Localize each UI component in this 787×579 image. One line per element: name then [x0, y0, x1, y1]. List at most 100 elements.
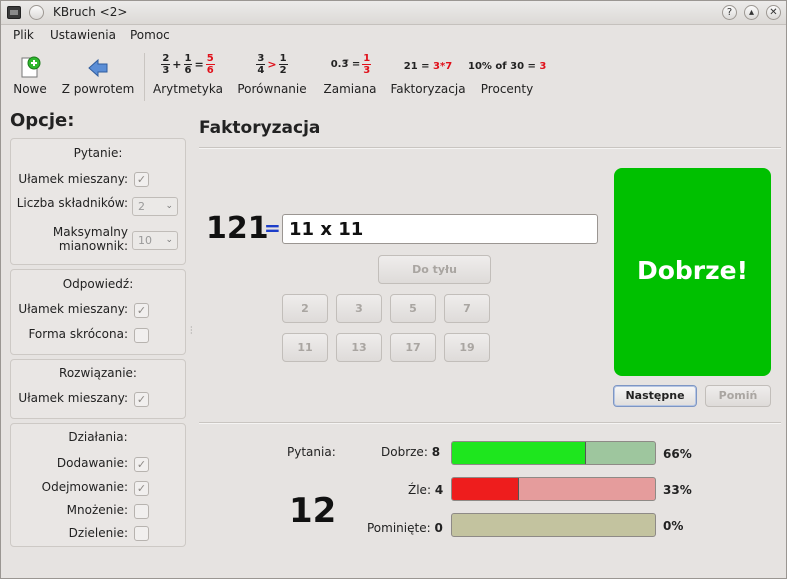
division-label: Dzielenie: — [68, 526, 128, 540]
terms-label: Liczba składników: — [16, 196, 128, 210]
answer-mixed-label: Ułamek mieszany: — [18, 302, 128, 316]
app-window: KBruch <2> ? ▴ ✕ Plik Ustawienia Pomoc N… — [0, 0, 787, 579]
comparison-button[interactable]: 3 4 >1 2 Porównanie — [233, 47, 311, 103]
wrong-progress-bar — [451, 477, 656, 501]
terms-select[interactable]: 2 ⌄ — [132, 197, 178, 216]
factor-button-7[interactable]: 7 — [444, 294, 490, 323]
back-label: Z powrotem — [61, 82, 135, 96]
toolbar: Nowe Z powrotem 2 3 +1 6 = 5 6 Arytmetyka 3 4 >1… — [1, 47, 786, 103]
help-button[interactable]: ? — [722, 5, 737, 20]
max-denominator-label-2: mianownik: — [58, 239, 128, 253]
close-icon: ✕ — [769, 7, 778, 18]
subtraction-label: Odejmowanie: — [41, 480, 128, 494]
factorization-label: Faktoryzacja — [390, 82, 466, 96]
wrong-label: Źle: 4 — [408, 483, 444, 497]
window-title: KBruch <2> — [53, 5, 128, 19]
answer-mixed-checkbox[interactable]: ✓ — [134, 303, 149, 318]
next-button[interactable]: Następne — [613, 385, 697, 407]
arithmetic-label: Arytmetyka — [153, 82, 223, 96]
factors-input[interactable] — [282, 214, 598, 244]
factor-button-13[interactable]: 13 — [336, 333, 382, 362]
number-to-factor: 121 — [206, 211, 269, 246]
operations-group-title: Działania: — [68, 430, 128, 444]
page-title: Faktoryzacja — [199, 118, 321, 138]
factorization-button[interactable]: 21 = 3*7 Faktoryzacja — [388, 47, 468, 103]
multiplication-checkbox[interactable] — [134, 504, 149, 519]
back-button[interactable]: Z powrotem — [59, 47, 137, 103]
question-mixed-checkbox[interactable]: ✓ — [134, 172, 149, 187]
addition-label: Dodawanie: — [56, 456, 128, 470]
title-bar: KBruch <2> ? ▴ ✕ — [1, 1, 786, 25]
factor-button-2[interactable]: 2 — [282, 294, 328, 323]
correct-label: Dobrze: 8 — [381, 445, 441, 459]
solution-mixed-checkbox[interactable]: ✓ — [134, 392, 149, 407]
answer-group-title: Odpowiedź: — [62, 277, 134, 291]
arithmetic-icon: 2 3 +1 6 = 5 6 — [161, 53, 215, 76]
addition-checkbox[interactable]: ✓ — [134, 457, 149, 472]
max-denominator-label-1: Maksymalny — [52, 225, 128, 239]
close-button[interactable]: ✕ — [766, 5, 781, 20]
result-panel: Dobrze! — [614, 168, 771, 376]
wrong-progress-fill — [452, 478, 519, 500]
conversion-icon: 0.3̅ = 1 3 — [330, 53, 372, 76]
answer-group: Odpowiedź: Ułamek mieszany: ✓ Forma skró… — [10, 269, 186, 355]
solution-group-title: Rozwiązanie: — [59, 366, 137, 380]
reduced-form-label: Forma skrócona: — [28, 327, 128, 341]
chevron-down-icon: ⌄ — [165, 235, 173, 245]
division-checkbox[interactable] — [134, 526, 149, 541]
questions-count: 12 — [289, 491, 337, 531]
correct-progress-bar — [451, 441, 656, 465]
equals-sign: = — [264, 216, 281, 240]
question-group-title: Pytanie: — [73, 146, 123, 160]
skipped-percent: 0% — [663, 519, 684, 533]
options-title: Opcje: — [10, 110, 75, 131]
comparison-icon: 3 4 >1 2 — [256, 53, 288, 76]
skipped-progress-bar — [451, 513, 656, 537]
percent-icon: 10% of 30 = 3 — [468, 61, 547, 72]
wrong-percent: 33% — [663, 483, 692, 497]
comparison-label: Porównanie — [237, 82, 307, 96]
conversion-label: Zamiana — [323, 82, 377, 96]
solution-group: Rozwiązanie: Ułamek mieszany: ✓ — [10, 359, 186, 419]
stats-divider — [199, 422, 781, 424]
menu-pomoc[interactable]: Pomoc — [130, 28, 170, 42]
chevron-up-icon: ▴ — [748, 7, 755, 18]
minimize-button[interactable]: ▴ — [744, 5, 759, 20]
menu-plik[interactable]: Plik — [13, 28, 34, 42]
factor-button-3[interactable]: 3 — [336, 294, 382, 323]
chevron-down-icon: ⌄ — [165, 201, 173, 211]
factorization-icon: 21 = 3*7 — [403, 61, 453, 72]
factor-button-5[interactable]: 5 — [390, 294, 436, 323]
solution-mixed-label: Ułamek mieszany: — [18, 391, 128, 405]
reduced-form-checkbox[interactable] — [134, 328, 149, 343]
factor-button-11[interactable]: 11 — [282, 333, 328, 362]
question-group: Pytanie: Ułamek mieszany: ✓ Liczba skład… — [10, 138, 186, 265]
max-denominator-select[interactable]: 10 ⌄ — [132, 231, 178, 250]
pin-button[interactable] — [29, 5, 44, 20]
questions-label: Pytania: — [287, 445, 336, 459]
arrow-left-icon — [88, 58, 108, 78]
result-text: Dobrze! — [636, 256, 749, 285]
percent-button[interactable]: 10% of 30 = 3 Procenty — [468, 47, 546, 103]
operations-group: Działania: Dodawanie: ✓ Odejmowanie: ✓ M… — [10, 423, 186, 547]
conversion-button[interactable]: 0.3̅ = 1 3 Zamiana — [320, 47, 380, 103]
toolbar-separator — [144, 53, 145, 101]
new-document-icon — [21, 56, 41, 78]
skip-button[interactable]: Pomiń — [705, 385, 771, 407]
menu-bar: Plik Ustawienia Pomoc — [1, 26, 786, 46]
panel-splitter-handle[interactable]: · · · — [190, 324, 193, 338]
multiplication-label: Mnożenie: — [66, 503, 128, 517]
menu-ustawienia[interactable]: Ustawienia — [50, 28, 116, 42]
subtraction-checkbox[interactable]: ✓ — [134, 481, 149, 496]
factor-button-19[interactable]: 19 — [444, 333, 490, 362]
arithmetic-button[interactable]: 2 3 +1 6 = 5 6 Arytmetyka — [150, 47, 226, 103]
title-divider — [199, 147, 781, 149]
correct-progress-fill — [452, 442, 586, 464]
backspace-button[interactable]: Do tyłu — [378, 255, 491, 284]
factor-button-17[interactable]: 17 — [390, 333, 436, 362]
skipped-label: Pominięte: 0 — [367, 521, 443, 535]
new-label: Nowe — [13, 82, 47, 96]
app-icon[interactable] — [7, 6, 21, 19]
new-button[interactable]: Nowe — [7, 47, 53, 103]
question-mixed-label: Ułamek mieszany: — [18, 172, 128, 186]
